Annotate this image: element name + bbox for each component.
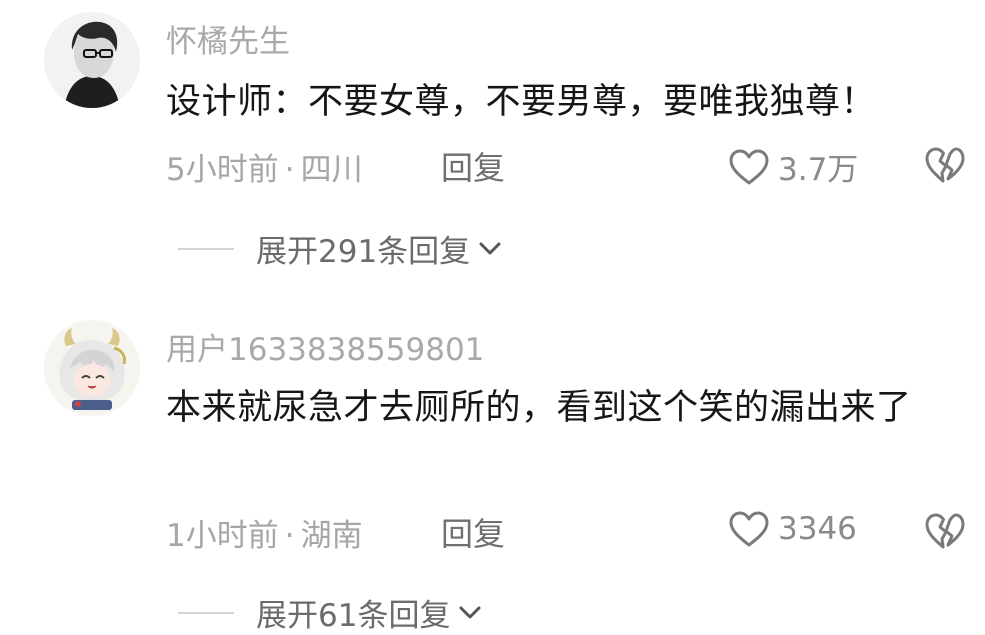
like-count: 3346: [778, 511, 857, 547]
broken-heart-icon: [925, 513, 965, 549]
avatar[interactable]: [44, 320, 140, 416]
comment-username[interactable]: 用户1633838559801: [166, 324, 484, 369]
heart-outline-icon: [729, 511, 769, 547]
expand-replies-button[interactable]: 展开61条回复: [178, 590, 482, 635]
meta-separator: ·: [284, 518, 295, 554]
dislike-button[interactable]: [924, 512, 966, 554]
comment-location: 湖南: [300, 518, 363, 554]
reply-button[interactable]: 回复: [441, 509, 505, 555]
chevron-down-icon: [459, 606, 481, 618]
comment-text: 本来就尿急才去厕所的，看到这个笑的漏出来了: [166, 388, 912, 428]
expand-divider: [178, 611, 234, 614]
comment-item: 用户1633838559801 本来就尿急才去厕所的，看到这个笑的漏出来了 1小…: [0, 0, 985, 634]
comment-time: 1小时前: [166, 518, 279, 554]
like-button[interactable]: 3346: [728, 510, 857, 548]
comment-meta: 1小时前 · 湖南: [166, 510, 363, 555]
avatar-anime-character-icon: [44, 320, 140, 416]
expand-replies-label: 展开61条回复: [256, 598, 451, 634]
